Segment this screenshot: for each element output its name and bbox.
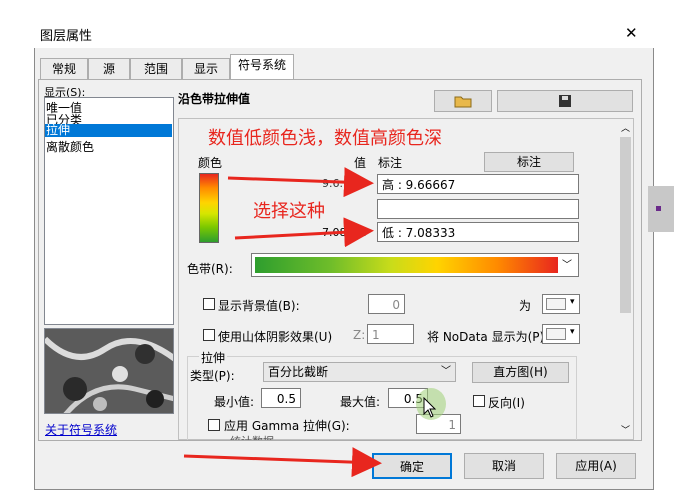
background-dot bbox=[656, 206, 661, 211]
arrow-to-ok-button bbox=[183, 447, 382, 478]
background-thumbnail bbox=[648, 186, 674, 232]
arrow-to-low-label bbox=[234, 217, 374, 248]
annotation-arrows bbox=[183, 167, 382, 478]
arrow-to-high-label bbox=[227, 167, 374, 198]
